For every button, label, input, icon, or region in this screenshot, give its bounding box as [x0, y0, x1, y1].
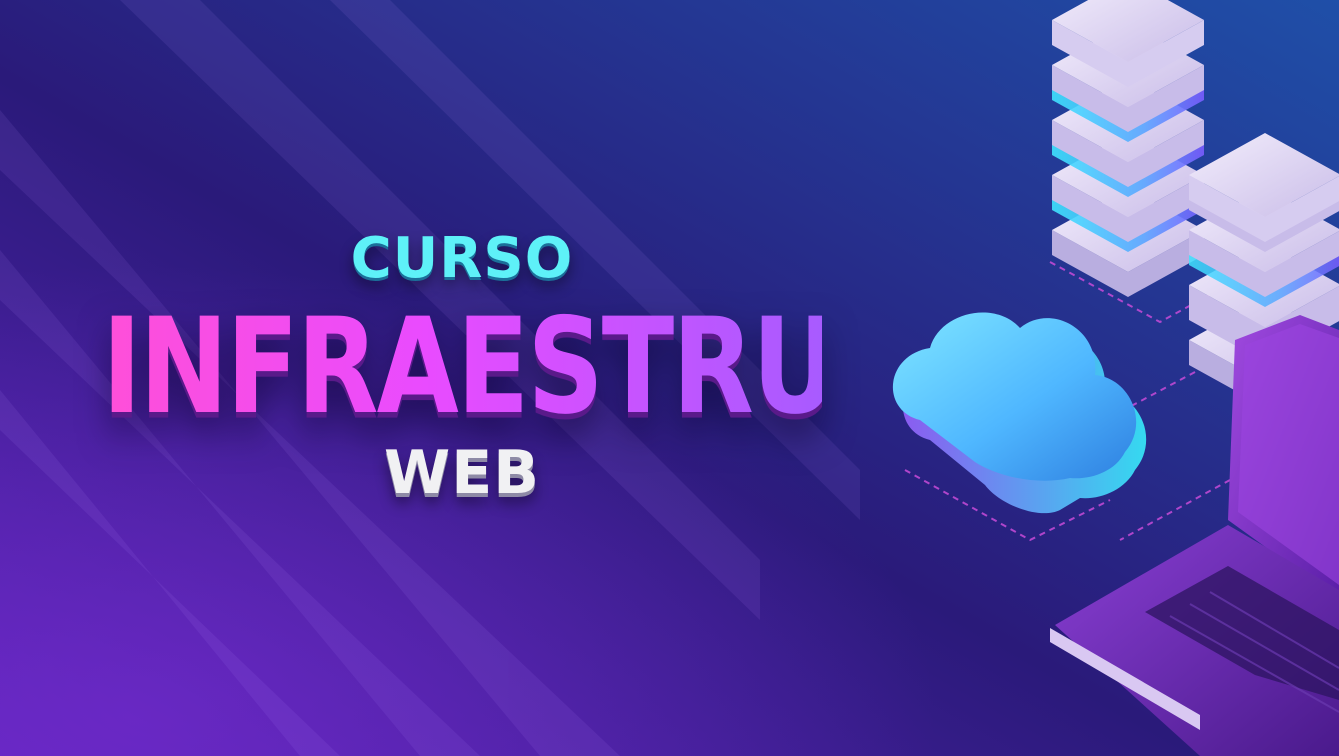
course-subtitle: WEB: [384, 438, 540, 508]
course-banner: CURSO INFRAESTRUTURA WEB: [0, 0, 1339, 756]
course-label: CURSO: [350, 226, 574, 291]
server-stack-icon: [1052, 0, 1204, 297]
course-title: INFRAESTRUTURA: [102, 288, 1153, 444]
